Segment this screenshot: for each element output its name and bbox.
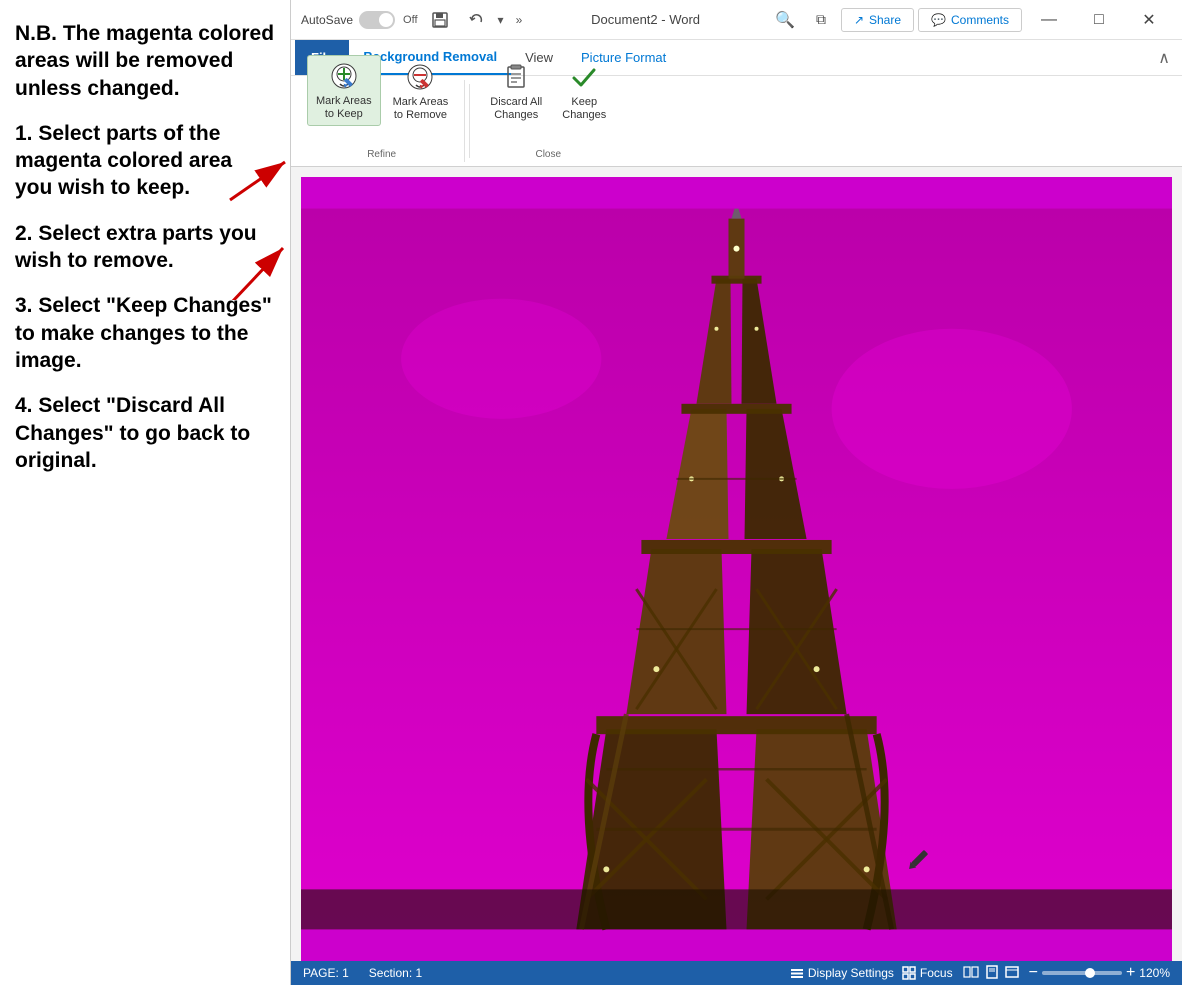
word-window: AutoSave Off ▾ » Document2 - Word 🔍 ⧉ ↗ bbox=[290, 0, 1182, 985]
ribbon-collapse-icon[interactable]: ∧ bbox=[1158, 48, 1178, 68]
display-settings-icon bbox=[790, 966, 804, 980]
mark-remove-label: Mark Areasto Remove bbox=[393, 96, 449, 122]
keep-changes-button[interactable]: KeepChanges bbox=[554, 57, 614, 126]
minimize-button[interactable]: — bbox=[1026, 4, 1072, 36]
refine-buttons: Mark Areasto Keep bbox=[307, 55, 456, 142]
display-settings-label: Display Settings bbox=[808, 966, 894, 980]
comments-icon: 💬 bbox=[931, 13, 946, 27]
mark-areas-remove-button[interactable]: Mark Areasto Remove bbox=[385, 57, 457, 126]
document-area bbox=[291, 167, 1182, 961]
ribbon: File Background Removal View Picture For… bbox=[291, 40, 1182, 167]
status-bar: PAGE: 1 Section: 1 Display Settings Focu… bbox=[291, 961, 1182, 985]
focus-icon bbox=[902, 966, 916, 980]
keep-label: KeepChanges bbox=[562, 96, 606, 122]
zoom-slider[interactable] bbox=[1042, 971, 1122, 975]
read-view-icon[interactable] bbox=[961, 963, 981, 984]
undo-dropdown[interactable]: ▾ bbox=[498, 13, 504, 27]
zoom-level: 120% bbox=[1139, 966, 1170, 980]
ribbon-content: Mark Areasto Keep bbox=[291, 76, 1182, 166]
autosave-state: Off bbox=[403, 14, 417, 26]
comments-button[interactable]: 💬 Comments bbox=[918, 8, 1022, 32]
zoom-plus-btn[interactable]: + bbox=[1126, 964, 1135, 982]
status-right: Display Settings Focus − bbox=[790, 963, 1170, 984]
close-group-label: Close bbox=[535, 149, 561, 160]
maximize-button[interactable]: □ bbox=[1076, 4, 1122, 36]
share-button[interactable]: ↗ Share bbox=[841, 8, 914, 32]
discard-label: Discard AllChanges bbox=[490, 96, 542, 122]
annotation-panel: N.B. The magenta colored areas will be r… bbox=[0, 0, 290, 985]
annotation-step4: 4. Select "Discard All Changes" to go ba… bbox=[15, 392, 275, 474]
annotation-nb: N.B. The magenta colored areas will be r… bbox=[15, 20, 275, 102]
comments-label: Comments bbox=[951, 13, 1009, 27]
zoom-minus-btn[interactable]: − bbox=[1029, 964, 1038, 982]
eiffel-image[interactable] bbox=[301, 177, 1172, 961]
annotation-step1: 1. Select parts of the magenta colored a… bbox=[15, 120, 275, 202]
mark-remove-icon bbox=[404, 61, 436, 93]
share-label: Share bbox=[869, 13, 901, 27]
mark-areas-keep-button[interactable]: Mark Areasto Keep bbox=[307, 55, 381, 126]
autosave-area: AutoSave Off bbox=[301, 11, 418, 29]
eiffel-svg bbox=[301, 177, 1172, 961]
ribbon-group-refine: Mark Areasto Keep bbox=[299, 80, 465, 162]
document-canvas bbox=[301, 177, 1172, 961]
window-title: Document2 - Word bbox=[522, 12, 769, 27]
mark-keep-label: Mark Areasto Keep bbox=[316, 95, 372, 121]
zoom-controls: − + 120% bbox=[1029, 964, 1170, 982]
title-bar: AutoSave Off ▾ » Document2 - Word 🔍 ⧉ ↗ bbox=[291, 0, 1182, 40]
title-search-icon[interactable]: 🔍 bbox=[769, 4, 801, 36]
keep-icon bbox=[568, 61, 600, 93]
share-icon: ↗ bbox=[854, 13, 864, 27]
more-commands[interactable]: » bbox=[516, 13, 523, 27]
restore-window-icon[interactable]: ⧉ bbox=[805, 8, 837, 32]
print-view-icon[interactable] bbox=[983, 963, 1001, 984]
autosave-toggle[interactable] bbox=[359, 11, 395, 29]
mark-keep-icon bbox=[328, 60, 360, 92]
display-settings-btn[interactable]: Display Settings bbox=[790, 966, 894, 980]
save-icon[interactable] bbox=[426, 8, 454, 32]
close-button[interactable]: ✕ bbox=[1126, 4, 1172, 36]
annotation-step3: 3. Select "Keep Changes" to make changes… bbox=[15, 292, 275, 374]
undo-icon[interactable] bbox=[462, 8, 490, 32]
web-view-icon[interactable] bbox=[1003, 963, 1021, 984]
focus-label: Focus bbox=[920, 966, 953, 980]
autosave-label: AutoSave bbox=[301, 13, 353, 27]
focus-btn[interactable]: Focus bbox=[902, 966, 953, 980]
annotation-step2: 2. Select extra parts you wish to remove… bbox=[15, 220, 275, 275]
refine-group-label: Refine bbox=[367, 149, 396, 160]
zoom-thumb bbox=[1085, 968, 1095, 978]
ribbon-group-close: Discard AllChanges KeepChanges Close bbox=[474, 80, 622, 162]
discard-changes-button[interactable]: Discard AllChanges bbox=[482, 57, 550, 126]
page-indicator: PAGE: 1 bbox=[303, 966, 349, 980]
status-section: Section: 1 bbox=[369, 966, 422, 980]
close-buttons: Discard AllChanges KeepChanges bbox=[482, 57, 614, 142]
title-bar-right: 🔍 ⧉ ↗ Share 💬 Comments — □ ✕ bbox=[769, 4, 1172, 36]
status-page: PAGE: 1 bbox=[303, 966, 349, 980]
view-icons bbox=[961, 963, 1021, 984]
section-indicator: Section: 1 bbox=[369, 966, 422, 980]
title-bar-icons: ▾ » bbox=[426, 8, 523, 32]
discard-icon bbox=[500, 61, 532, 93]
